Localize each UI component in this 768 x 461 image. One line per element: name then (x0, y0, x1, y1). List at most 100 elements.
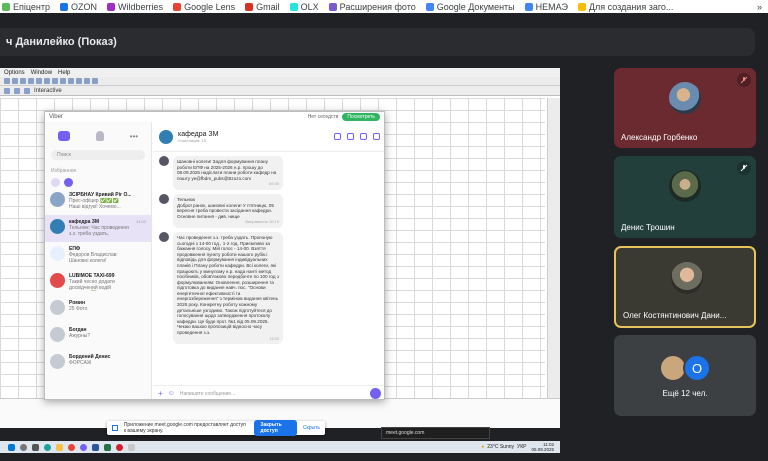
bookmark-item[interactable]: Расширения фото (328, 2, 416, 12)
clock[interactable]: 11:02 05.09.2025 (531, 442, 560, 452)
bookmark-item[interactable]: OLX (289, 2, 319, 12)
participant-avatar (671, 262, 703, 294)
app-icon[interactable] (128, 443, 135, 451)
tool-icon[interactable] (28, 78, 34, 84)
chat-list-item[interactable]: Ромин 25 Фото (45, 296, 151, 323)
view-button[interactable]: Посмотреть (342, 113, 380, 121)
sticker-icon[interactable]: ☺ (168, 390, 175, 397)
bookmark-item[interactable]: Google Lens (173, 2, 235, 12)
chat-list-item[interactable]: Бордений Денис ФОРСАЖ (45, 350, 151, 377)
tool-icon[interactable] (60, 78, 66, 84)
message-list: Шановні колеги! Задля формування плану р… (153, 152, 384, 352)
bookmark-item[interactable]: Wildberries (107, 2, 163, 12)
menu-options[interactable]: Options (4, 70, 25, 76)
chrome-icon[interactable] (68, 443, 75, 451)
info-icon[interactable] (373, 133, 380, 140)
chat-list-item[interactable]: ЕПФ Федоров Владислав: Шановні колеги! (45, 242, 151, 269)
bookmark-icon (107, 2, 116, 11)
tool-icon[interactable] (24, 87, 30, 94)
weather-text: 23°C Sunny (487, 444, 515, 450)
contacts-icon[interactable] (95, 131, 104, 141)
bookmark-icon (577, 2, 586, 11)
bookmark-item[interactable]: Gmail (245, 2, 280, 12)
participant-avatar-letter: О (683, 354, 711, 382)
more-icon[interactable]: ••• (130, 132, 138, 141)
viber-conversation: Нет сеседств Посмотреть кафедра ЗМ Участ… (153, 113, 384, 399)
chat-preview: ЕПФ Федоров Владислав: Шановні колеги! (69, 246, 131, 264)
taskview-icon[interactable] (32, 443, 39, 451)
edge-icon[interactable] (44, 443, 51, 451)
favorite-item[interactable] (51, 177, 60, 187)
chat-avatar (50, 327, 65, 342)
viber-icon[interactable] (80, 443, 87, 451)
more-participants-tile[interactable]: О Ещё 12 чел. (614, 335, 756, 416)
chat-avatar (50, 219, 65, 234)
tool-icon[interactable] (20, 78, 26, 84)
tool-icon[interactable] (44, 78, 50, 84)
meet-tab-preview[interactable]: meet.google.com (381, 427, 490, 439)
search-icon[interactable] (20, 443, 27, 451)
menu-window[interactable]: Window (31, 70, 52, 76)
tool-icon[interactable] (68, 78, 74, 84)
chat-list-item[interactable]: ЗСІРБНАУ Кривий Ріг О... Прес-офіцер ✅✅✅ … (45, 188, 151, 215)
tool-icon[interactable] (76, 78, 82, 84)
language-indicator[interactable]: УКР (517, 444, 526, 450)
message-bubble[interactable]: Час проведення з.з. треба уздать. Пропон… (173, 231, 283, 345)
viber-topbar: Нет сеседств Посмотреть (308, 113, 380, 121)
screen-share-text: Приложение meet.google.com предоставляет… (123, 422, 246, 434)
bookmark-item[interactable]: OZON (60, 2, 97, 12)
bookmark-icon (2, 2, 10, 11)
tool-palette[interactable] (547, 98, 560, 398)
tool-icon[interactable] (14, 87, 20, 94)
add-member-icon[interactable] (334, 133, 341, 140)
tool-icon[interactable] (92, 78, 98, 84)
sun-icon: ● (481, 444, 485, 450)
tool-icon[interactable] (52, 78, 58, 84)
chat-list-item[interactable]: Богдан Ажурны? (45, 323, 151, 350)
participant-tile[interactable]: Денис Трошин (614, 156, 756, 238)
message-bubble[interactable]: Тельнюк Доброї ранок, шановні колеги! У … (173, 193, 283, 228)
word-icon[interactable] (92, 443, 99, 451)
windows-taskbar: ● 23°C Sunny УКР 11:02 05.09.2025 (0, 441, 560, 453)
chat-avatar (50, 273, 65, 288)
tool-icon[interactable] (4, 87, 10, 94)
participant-tile[interactable]: Александр Горбенко (614, 68, 756, 148)
start-icon[interactable] (8, 443, 15, 451)
group-avatar[interactable] (159, 129, 173, 144)
explorer-icon[interactable] (56, 443, 63, 451)
tool-icon[interactable] (4, 78, 10, 84)
clock-date: 05.09.2025 (531, 447, 554, 452)
participant-tile-speaking[interactable]: Олег Костянтинович Дани... (614, 246, 756, 328)
stop-sharing-button[interactable]: Закрыть доступ (254, 420, 297, 436)
bookmark-item[interactable]: Епіцентр (2, 2, 50, 12)
weather-widget[interactable]: ● 23°C Sunny УКР (481, 444, 526, 450)
plus-icon[interactable]: + (158, 389, 163, 398)
message-bubble[interactable]: Шановні колеги! Задля формування плану р… (173, 156, 283, 190)
tool-icon[interactable] (84, 78, 90, 84)
chat-preview: ЗСІРБНАУ Кривий Ріг О... Прес-офіцер ✅✅✅ … (69, 192, 131, 210)
chats-icon[interactable] (57, 131, 70, 141)
bookmark-item[interactable]: НЕМАЭ (524, 2, 568, 12)
viber-search-input[interactable]: Поиск (51, 150, 145, 160)
bookmark-item[interactable]: Google Документы (425, 2, 515, 12)
chat-list-item[interactable]: LUBIMOE TAXI-699 Такий чесно додати досві… (45, 269, 151, 296)
chat-list-item[interactable]: кафедра ЗМ Тельнюк: Час проведення з.з. т… (45, 215, 151, 242)
video-icon[interactable] (360, 133, 367, 140)
call-icon[interactable] (347, 133, 354, 140)
voice-icon[interactable] (370, 388, 381, 399)
message-input[interactable]: Напишите сообщение... (180, 391, 235, 397)
opera-icon[interactable] (116, 443, 123, 451)
tool-icon[interactable] (36, 78, 42, 84)
excel-icon[interactable] (104, 443, 111, 451)
interactive-mode-label[interactable]: Interactive (34, 88, 62, 94)
bookmark-item[interactable]: Для создания заго... (577, 2, 673, 12)
message-text: Час проведення з.з. треба уздать. Пропон… (177, 234, 279, 336)
chat-avatar (50, 354, 65, 369)
conversation-name[interactable]: кафедра ЗМ (178, 131, 218, 138)
hide-notice-button[interactable]: Скрыть (303, 425, 320, 431)
tool-icon[interactable] (12, 78, 18, 84)
message-text: Шановні колеги! Задля формування плану р… (177, 159, 277, 181)
bookmarks-more-icon[interactable]: » (757, 2, 768, 12)
menu-help[interactable]: Help (58, 70, 70, 76)
add-favorite-button[interactable] (64, 177, 73, 187)
